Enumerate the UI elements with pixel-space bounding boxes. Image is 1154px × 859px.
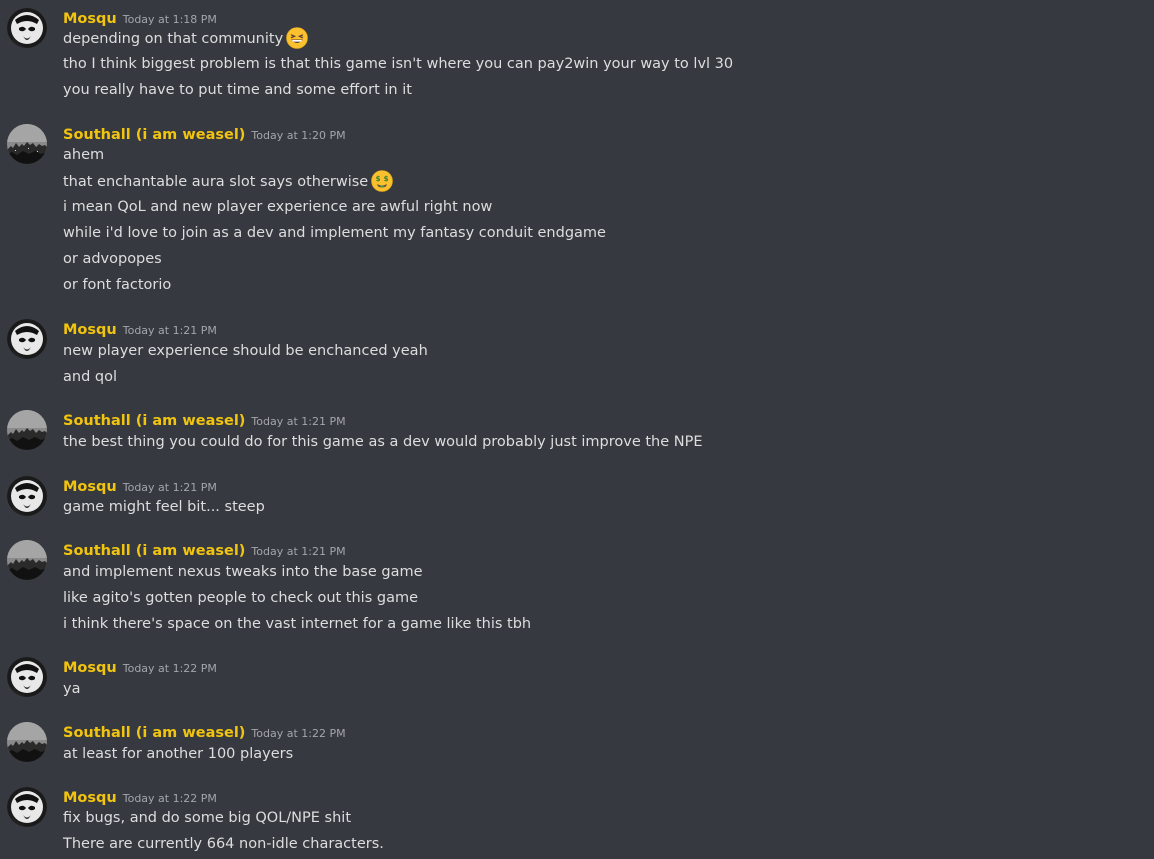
avatar[interactable]: [7, 410, 47, 450]
message-line: depending on that community: [63, 27, 308, 49]
username[interactable]: Southall (i am weasel): [63, 127, 245, 143]
message-header: Mosqu Today at 1:21 PM: [63, 319, 217, 339]
mask-avatar-icon: [7, 476, 47, 516]
avatar[interactable]: [7, 476, 47, 516]
username[interactable]: Mosqu: [63, 660, 117, 676]
username[interactable]: Southall (i am weasel): [63, 725, 245, 741]
message-header: Mosqu Today at 1:22 PM: [63, 787, 217, 807]
timestamp: Today at 1:22 PM: [122, 662, 217, 675]
timestamp: Today at 1:21 PM: [122, 324, 217, 337]
message-header: Southall (i am weasel) Today at 1:21 PM: [63, 410, 346, 430]
message-line: the best thing you could do for this gam…: [63, 434, 703, 450]
message-header: Southall (i am weasel) Today at 1:20 PM: [63, 124, 346, 144]
svg-text:$: $: [376, 175, 381, 183]
message-line: i think there's space on the vast intern…: [63, 616, 532, 632]
money-mouth-emoji-icon: $ $: [371, 170, 394, 192]
timestamp: Today at 1:18 PM: [122, 13, 217, 26]
timestamp: Today at 1:21 PM: [251, 545, 346, 558]
svg-text:$: $: [384, 175, 389, 183]
mask-avatar-icon: [7, 8, 47, 48]
avatar[interactable]: [7, 8, 47, 48]
username[interactable]: Southall (i am weasel): [63, 543, 245, 559]
username[interactable]: Mosqu: [63, 11, 117, 27]
avatar[interactable]: [7, 540, 47, 580]
message-line: There are currently 664 non-idle charact…: [63, 836, 384, 852]
mask-avatar-icon: [7, 319, 47, 359]
grinning-squint-emoji-icon: [286, 27, 308, 49]
cityscape-avatar-icon: [7, 722, 47, 762]
message-line: ya: [63, 681, 81, 697]
mask-avatar-icon: [7, 787, 47, 827]
mask-avatar-icon: [7, 657, 47, 697]
message-line: while i'd love to join as a dev and impl…: [63, 225, 606, 241]
message-line: that enchantable aura slot says otherwis…: [63, 170, 394, 192]
timestamp: Today at 1:22 PM: [122, 792, 217, 805]
cityscape-avatar-icon: [7, 410, 47, 450]
timestamp: Today at 1:21 PM: [122, 481, 217, 494]
message-header: Mosqu Today at 1:18 PM: [63, 8, 217, 28]
message-line: game might feel bit... steep: [63, 499, 265, 515]
message-header: Southall (i am weasel) Today at 1:21 PM: [63, 540, 346, 560]
timestamp: Today at 1:21 PM: [251, 415, 346, 428]
message-line: at least for another 100 players: [63, 746, 294, 762]
message-line: fix bugs, and do some big QOL/NPE shit: [63, 810, 352, 826]
chat-messages: Mosqu Today at 1:18 PM depending on that …: [0, 0, 1154, 859]
cityscape-avatar-icon: [7, 124, 47, 164]
username[interactable]: Southall (i am weasel): [63, 413, 245, 429]
message-line: new player experience should be enchance…: [63, 343, 428, 359]
message-line: and qol: [63, 369, 117, 385]
username[interactable]: Mosqu: [63, 322, 117, 338]
message-header: Southall (i am weasel) Today at 1:22 PM: [63, 722, 346, 742]
timestamp: Today at 1:22 PM: [251, 727, 346, 740]
avatar[interactable]: [7, 787, 47, 827]
message-text: depending on that community: [63, 31, 284, 47]
timestamp: Today at 1:20 PM: [251, 129, 346, 142]
message-line: you really have to put time and some eff…: [63, 82, 412, 98]
message-text: that enchantable aura slot says otherwis…: [63, 174, 369, 190]
message-line: ahem: [63, 147, 105, 163]
message-header: Mosqu Today at 1:22 PM: [63, 657, 217, 677]
username[interactable]: Mosqu: [63, 479, 117, 495]
message-header: Mosqu Today at 1:21 PM: [63, 476, 217, 496]
avatar[interactable]: [7, 124, 47, 164]
avatar[interactable]: [7, 657, 47, 697]
avatar[interactable]: [7, 722, 47, 762]
message-line: and implement nexus tweaks into the base…: [63, 564, 423, 580]
avatar[interactable]: [7, 319, 47, 359]
message-line: or advopopes: [63, 251, 162, 267]
message-line: i mean QoL and new player experience are…: [63, 199, 493, 215]
username[interactable]: Mosqu: [63, 790, 117, 806]
message-line: tho I think biggest problem is that this…: [63, 56, 734, 72]
message-line: like agito's gotten people to check out …: [63, 590, 419, 606]
message-line: or font factorio: [63, 277, 172, 293]
cityscape-avatar-icon: [7, 540, 47, 580]
